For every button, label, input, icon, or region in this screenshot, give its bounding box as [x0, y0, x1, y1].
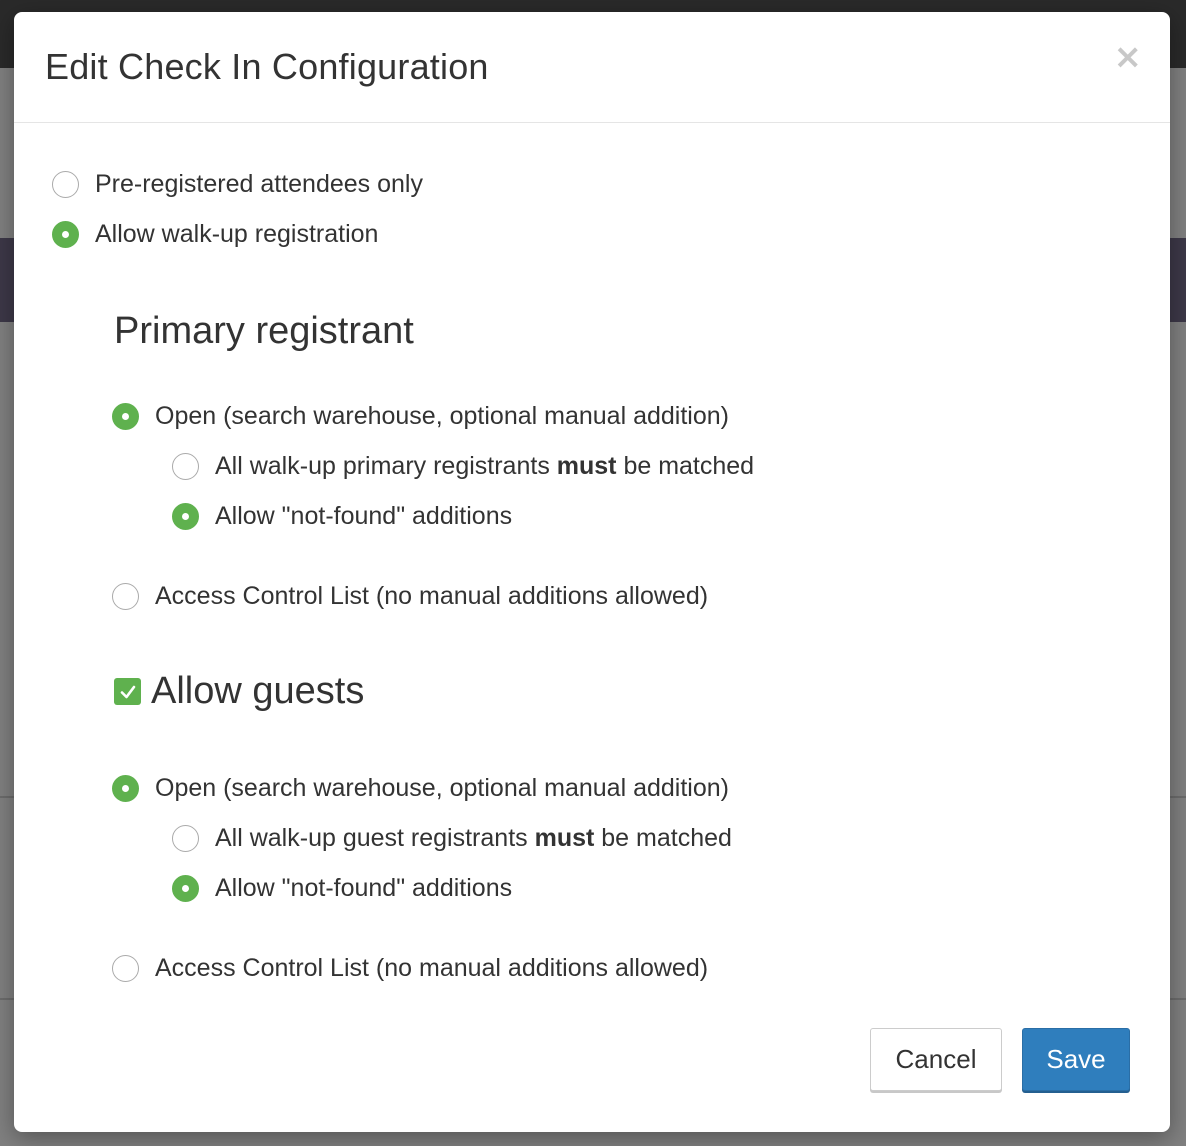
- radio-pre-registered-only[interactable]: [52, 171, 79, 198]
- guest-acl-option[interactable]: Access Control List (no manual additions…: [112, 954, 708, 983]
- option-label: Access Control List (no manual additions…: [155, 582, 709, 610]
- radio-primary-open[interactable]: [112, 403, 139, 430]
- option-label: Open (search warehouse, optional manual …: [155, 774, 729, 802]
- allow-guests-heading: Allow guests: [151, 670, 365, 712]
- guest-open-option[interactable]: Open (search warehouse, optional manual …: [112, 774, 729, 803]
- radio-primary-acl[interactable]: [112, 583, 139, 610]
- check-icon: [120, 685, 135, 698]
- primary-not-found-option[interactable]: Allow "not-found" additions: [172, 502, 512, 531]
- option-label: Allow walk-up registration: [95, 220, 379, 248]
- option-label: Allow "not-found" additions: [215, 874, 513, 902]
- primary-must-match-option[interactable]: All walk-up primary registrants must be …: [172, 452, 754, 481]
- label-emphasis: must: [556, 452, 617, 480]
- label-prefix: All walk-up primary registrants: [215, 452, 557, 480]
- radio-guest-must-match[interactable]: [172, 825, 199, 852]
- primary-acl-option[interactable]: Access Control List (no manual additions…: [112, 582, 708, 611]
- radio-guest-not-found[interactable]: [172, 875, 199, 902]
- label-suffix: be matched: [616, 452, 755, 480]
- label-emphasis: must: [534, 824, 595, 852]
- option-label: All walk-up guest registrants must be ma…: [215, 824, 732, 853]
- modal-title: Edit Check In Configuration: [45, 46, 489, 87]
- radio-primary-not-found[interactable]: [172, 503, 199, 530]
- primary-open-option[interactable]: Open (search warehouse, optional manual …: [112, 402, 729, 431]
- option-pre-registered-only[interactable]: Pre-registered attendees only: [52, 170, 423, 199]
- option-allow-walk-up[interactable]: Allow walk-up registration: [52, 220, 378, 249]
- label-prefix: All walk-up guest registrants: [215, 824, 535, 852]
- primary-registrant-heading: Primary registrant: [114, 310, 414, 352]
- guest-not-found-option[interactable]: Allow "not-found" additions: [172, 874, 512, 903]
- save-button[interactable]: Save: [1022, 1028, 1130, 1091]
- radio-primary-must-match[interactable]: [172, 453, 199, 480]
- cancel-button[interactable]: Cancel: [870, 1028, 1002, 1091]
- allow-guests-checkbox[interactable]: [114, 678, 141, 705]
- guest-must-match-option[interactable]: All walk-up guest registrants must be ma…: [172, 824, 732, 853]
- option-label: All walk-up primary registrants must be …: [215, 452, 754, 481]
- radio-allow-walk-up[interactable]: [52, 221, 79, 248]
- option-label: Open (search warehouse, optional manual …: [155, 402, 729, 430]
- label-suffix: be matched: [594, 824, 732, 852]
- radio-guest-acl[interactable]: [112, 955, 139, 982]
- close-icon[interactable]: ×: [1114, 40, 1143, 74]
- option-label: Allow "not-found" additions: [215, 502, 513, 530]
- radio-guest-open[interactable]: [112, 775, 139, 802]
- allow-guests-toggle[interactable]: Allow guests: [114, 670, 364, 713]
- edit-check-in-modal: Edit Check In Configuration × Pre-regist…: [14, 12, 1170, 1132]
- option-label: Pre-registered attendees only: [95, 170, 423, 198]
- option-label: Access Control List (no manual additions…: [155, 954, 709, 982]
- modal-header: Edit Check In Configuration ×: [14, 12, 1170, 123]
